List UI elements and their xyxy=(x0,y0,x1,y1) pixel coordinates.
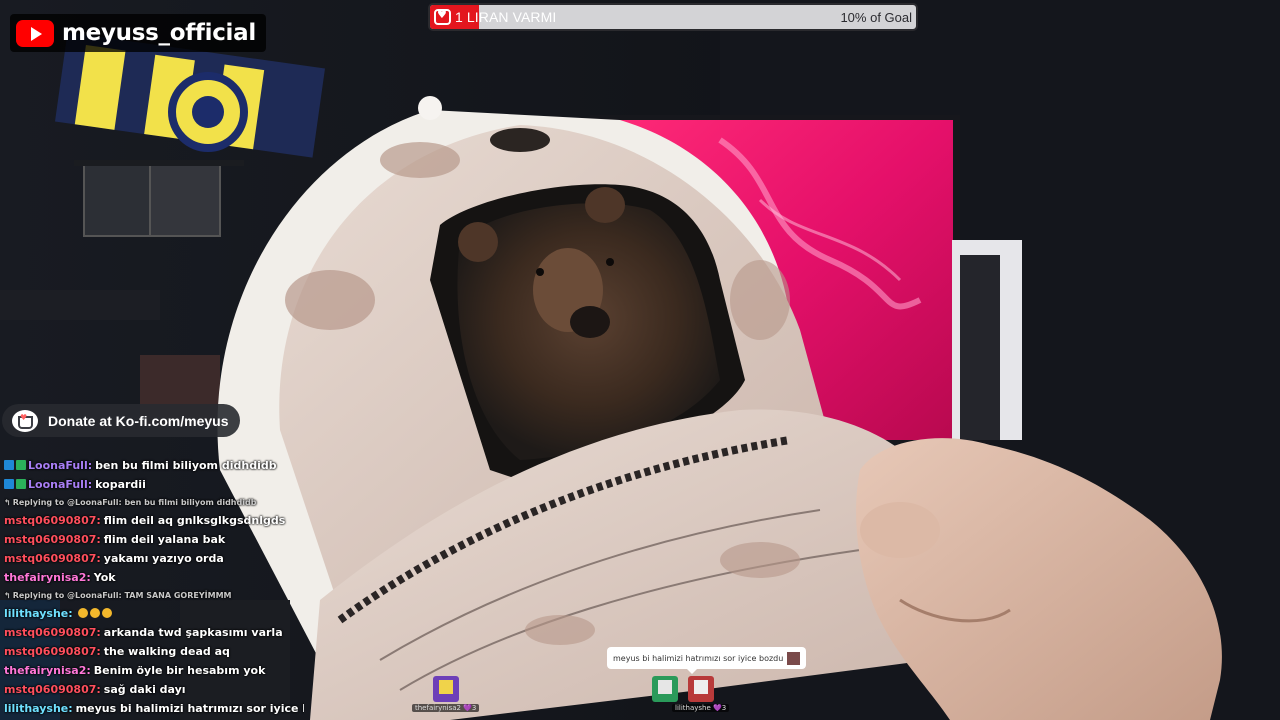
sub-badge-icon xyxy=(4,460,14,470)
chat-message: LoonaFull: ben bu filmi biliyom didhdidb xyxy=(4,456,304,475)
emote-icon xyxy=(89,608,100,618)
chat-popup-text: meyus bi halimizi hatrımızı sor iyice bo… xyxy=(613,653,784,663)
reply-arrow-icon: ↰ xyxy=(4,591,11,600)
goal-progress-text: 10% of Goal xyxy=(840,10,912,25)
chat-text: sağ daki dayı xyxy=(103,683,186,696)
chat-text: Yok xyxy=(93,571,116,584)
chat-username: mstq06090807: xyxy=(4,645,101,658)
channel-badge: meyuss_official xyxy=(10,14,266,52)
kofi-donate-banner: Donate at Ko-fi.com/meyus xyxy=(2,404,241,437)
chat-text: yakamı yazıyo orda xyxy=(103,552,224,565)
chat-message: thefairynisa2: Yok xyxy=(4,568,304,587)
chat-message: mstq06090807: flim deil yalana bak xyxy=(4,530,304,549)
avatar xyxy=(432,676,459,702)
avatar-name: thefairynisa2 💜3 xyxy=(412,704,480,712)
chat-message: thefairynisa2: Benim öyle bir hesabım yok xyxy=(4,661,304,680)
chat-username: mstq06090807: xyxy=(4,626,101,639)
chat-text: flim deil aq gnlksglkgsdnlgds xyxy=(103,514,286,527)
chat-message: mstq06090807: arkanda twd şapkasımı varla xyxy=(4,623,304,642)
chat-username: mstq06090807: xyxy=(4,683,101,696)
chat-message: lilithayshe: meyus bi halimizi hatrımızı … xyxy=(4,699,304,718)
emote-icon xyxy=(77,608,88,618)
youtube-icon xyxy=(16,19,54,47)
chat-reply-context: ↰ Replying to @LoonaFull: ben bu filmi bi… xyxy=(4,494,304,511)
chat-message: mstq06090807: flim deil aq gnlksglkgsdnlg… xyxy=(4,511,304,530)
chat-message: mstq06090807: the walking dead aq xyxy=(4,642,304,661)
chat-text: kopardii xyxy=(95,478,146,491)
chat-text: ben bu filmi biliyom didhdidb xyxy=(95,459,277,472)
heart-icon xyxy=(434,8,451,25)
chat-username: thefairynisa2: xyxy=(4,664,91,677)
chat-reply-text: Replying to @LoonaFull: TAM SANA GOREYİM… xyxy=(12,591,232,600)
chat-text: arkanda twd şapkasımı varla xyxy=(103,626,283,639)
chat-text: Benim öyle bir hesabım yok xyxy=(93,664,266,677)
avatar xyxy=(687,676,714,702)
avatar-name: lilithayshe 💜3 xyxy=(672,704,730,712)
emote-icon xyxy=(101,608,112,618)
chat-username: mstq06090807: xyxy=(4,552,101,565)
kofi-donate-text: Donate at Ko-fi.com/meyus xyxy=(48,412,229,429)
chat-username: mstq06090807: xyxy=(4,533,101,546)
donation-goal-bar: 1 LIRAN VARMI 10% of Goal xyxy=(428,3,918,31)
chat-username: LoonaFull: xyxy=(28,478,93,491)
viewer-avatar: lilithayshe 💜3 xyxy=(672,676,730,712)
emote-icon xyxy=(787,651,801,665)
prime-badge-icon xyxy=(16,460,26,470)
chat-text: flim deil yalana bak xyxy=(103,533,226,546)
chat-reply-context: ↰ Replying to @LoonaFull: TAM SANA GOREYİ… xyxy=(4,587,304,604)
prime-badge-icon xyxy=(16,479,26,489)
chat-username: mstq06090807: xyxy=(4,514,101,527)
sub-badge-icon xyxy=(4,479,14,489)
chat-message: mstq06090807: sağ daki dayı xyxy=(4,680,304,699)
goal-title: 1 LIRAN VARMI xyxy=(455,9,557,25)
chat-username: LoonaFull: xyxy=(28,459,93,472)
viewer-avatar: thefairynisa2 💜3 xyxy=(412,676,480,712)
chat-popup-bubble: meyus bi halimizi hatrımızı sor iyice bo… xyxy=(607,647,807,674)
reply-arrow-icon: ↰ xyxy=(4,498,11,507)
chat-text: the walking dead aq xyxy=(103,645,230,658)
chat-overlay: LoonaFull: ben bu filmi biliyom didhdidb L… xyxy=(4,456,304,718)
chat-username: thefairynisa2: xyxy=(4,571,91,584)
chat-message: lilithayshe: xyxy=(4,604,304,623)
channel-name: meyuss_official xyxy=(62,20,256,46)
chat-text: meyus bi halimizi hatrımızı sor iyice bo… xyxy=(75,702,304,715)
chat-reply-text: Replying to @LoonaFull: ben bu filmi bil… xyxy=(12,498,257,507)
chat-username: lilithayshe: xyxy=(4,607,73,620)
chat-message: mstq06090807: yakamı yazıyo orda xyxy=(4,549,304,568)
chat-username: lilithayshe: xyxy=(4,702,73,715)
kofi-cup-icon xyxy=(12,409,38,432)
chat-message: LoonaFull: kopardii xyxy=(4,475,304,494)
